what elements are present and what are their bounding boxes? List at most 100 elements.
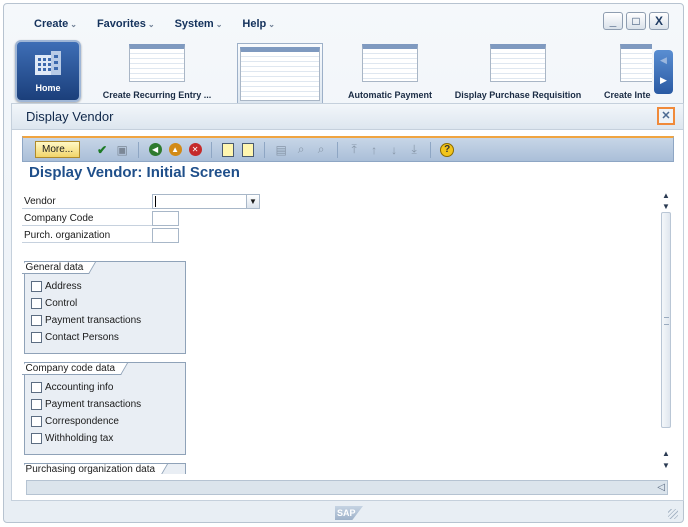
tile-label: Automatic Payment [347, 90, 433, 100]
toolbar-separator [337, 141, 339, 158]
cancel-icon[interactable]: ✕ [187, 142, 203, 158]
menu-help[interactable]: Help [232, 15, 285, 33]
chevron-right-icon[interactable]: ▶ [654, 70, 673, 90]
scroll-up-bottom-icon[interactable]: ▲ [660, 448, 672, 459]
payment-transactions-checkbox[interactable] [31, 315, 42, 326]
maximize-button[interactable]: □ [626, 12, 646, 30]
checkbox-row-payment-transactions: Payment transactions [25, 312, 185, 329]
tile-label: Create Recurring Entry ... [102, 90, 212, 100]
checkbox-row-contact-persons: Contact Persons [25, 329, 185, 346]
vendor-row: Vendor ▼ [22, 194, 260, 209]
chevron-down-icon[interactable]: ▼ [246, 194, 260, 209]
collapse-status-icon[interactable]: ◁ [657, 481, 665, 494]
find-icon[interactable]: ⌕ [293, 142, 309, 158]
application-toolbar: More... ✔ ▣ ◀ ▲ ✕ ▤ ⌕ ⌕ ⤒ ↑ ↓ ⤓ ? [22, 136, 674, 162]
address-checkbox[interactable] [31, 281, 42, 292]
cc-payment-transactions-checkbox[interactable] [31, 399, 42, 410]
toolbar-separator [211, 141, 213, 158]
company-code-label: Company Code [22, 211, 152, 226]
text-cursor [155, 196, 156, 207]
checkbox-row-control: Control [25, 295, 185, 312]
vertical-scrollbar[interactable]: ▲ ▼ ▲ ▼ [660, 190, 672, 474]
first-page-icon[interactable]: ⤒ [346, 142, 362, 158]
tile-label: Display Purchase Requisition [454, 90, 582, 100]
tile-thumbnail [129, 44, 185, 82]
withholding-tax-checkbox[interactable] [31, 433, 42, 444]
withholding-tax-label: Withholding tax [45, 433, 114, 444]
tile-display-vendor-active[interactable] [237, 43, 323, 107]
scroll-down-bottom-icon[interactable]: ▼ [660, 460, 672, 471]
menu-system[interactable]: System [165, 15, 233, 33]
checkbox-row-address: Address [25, 278, 185, 295]
find-next-icon[interactable]: ⌕ [313, 142, 329, 158]
screen-title: Display Vendor: Initial Screen [29, 164, 240, 181]
toolbar-separator [264, 141, 266, 158]
toolbar-separator [430, 141, 432, 158]
scroll-thumb[interactable] [661, 212, 671, 428]
tile-thumbnail [240, 47, 320, 101]
status-bar: ◁ [26, 480, 668, 495]
tile-create-recurring-entry[interactable]: Create Recurring Entry ... [96, 44, 218, 100]
home-label: Home [35, 83, 61, 93]
cc-payment-transactions-label: Payment transactions [45, 399, 142, 410]
control-label: Control [45, 298, 78, 309]
exit-icon[interactable]: ▲ [167, 142, 183, 158]
group-header: General data [22, 262, 185, 274]
chevron-left-icon[interactable]: ◀ [654, 50, 673, 70]
more-button[interactable]: More... [35, 141, 81, 158]
change-document-icon[interactable] [240, 142, 256, 158]
control-checkbox[interactable] [31, 298, 42, 309]
tile-label: Create Inte [604, 90, 651, 100]
check-icon[interactable]: ✔ [94, 142, 110, 158]
correspondence-label: Correspondence [45, 416, 119, 427]
accounting-info-checkbox[interactable] [31, 382, 42, 393]
tile-display-purchase-requisition[interactable]: Display Purchase Requisition [450, 44, 586, 100]
checkbox-row-accounting-info: Accounting info [25, 379, 185, 396]
correspondence-checkbox[interactable] [31, 416, 42, 427]
home-tile[interactable]: Home [15, 40, 81, 102]
toolbar-separator [138, 141, 140, 158]
vendor-label: Vendor [22, 194, 152, 209]
scroll-up-icon[interactable]: ▲ [660, 190, 672, 201]
display-document-icon[interactable] [220, 142, 236, 158]
purch-org-label: Purch. organization [22, 228, 152, 243]
window-controls: _ □ X [603, 12, 669, 30]
group-header: Company code data [22, 363, 185, 375]
close-app-button[interactable]: X [649, 12, 669, 30]
menu-create[interactable]: Create [24, 15, 87, 33]
tile-create-inte[interactable]: Create Inte [600, 44, 652, 100]
group-header: Purchasing organization data [22, 464, 185, 474]
purch-org-input[interactable] [152, 228, 179, 243]
group-title: Company code data [22, 363, 128, 375]
menu-bar: Create Favorites System Help [24, 15, 285, 33]
last-page-icon[interactable]: ⤓ [406, 142, 422, 158]
scroll-down-icon[interactable]: ▼ [660, 201, 672, 212]
checkbox-row-withholding-tax: Withholding tax [25, 430, 185, 447]
resize-grip-icon[interactable] [668, 509, 678, 519]
tile-thumbnail [362, 44, 418, 82]
purch-org-row: Purch. organization [22, 228, 179, 243]
checkbox-row-correspondence: Correspondence [25, 413, 185, 430]
tile-thumbnail [490, 44, 546, 82]
previous-page-icon[interactable]: ↑ [366, 142, 382, 158]
window-title-bar: Display Vendor ✕ [12, 104, 683, 130]
vendor-combobox: ▼ [152, 194, 260, 209]
minimize-button[interactable]: _ [603, 12, 623, 30]
group-title: General data [22, 262, 96, 274]
payment-transactions-label: Payment transactions [45, 315, 142, 326]
company-code-input[interactable] [152, 211, 179, 226]
save-icon[interactable]: ▣ [114, 142, 130, 158]
help-icon[interactable]: ? [439, 142, 455, 158]
tile-automatic-payment[interactable]: Automatic Payment [342, 44, 438, 100]
vendor-input[interactable] [152, 194, 246, 209]
company-code-row: Company Code [22, 211, 179, 226]
print-icon[interactable]: ▤ [273, 142, 289, 158]
display-vendor-window: Display Vendor ✕ More... ✔ ▣ ◀ ▲ ✕ ▤ ⌕ ⌕… [11, 103, 684, 501]
company-code-data-group: Company code data Accounting info Paymen… [22, 362, 186, 455]
back-icon[interactable]: ◀ [147, 142, 163, 158]
menu-favorites[interactable]: Favorites [87, 15, 165, 33]
checkbox-row-cc-payment-transactions: Payment transactions [25, 396, 185, 413]
next-page-icon[interactable]: ↓ [386, 142, 402, 158]
close-window-button[interactable]: ✕ [657, 107, 675, 125]
contact-persons-checkbox[interactable] [31, 332, 42, 343]
